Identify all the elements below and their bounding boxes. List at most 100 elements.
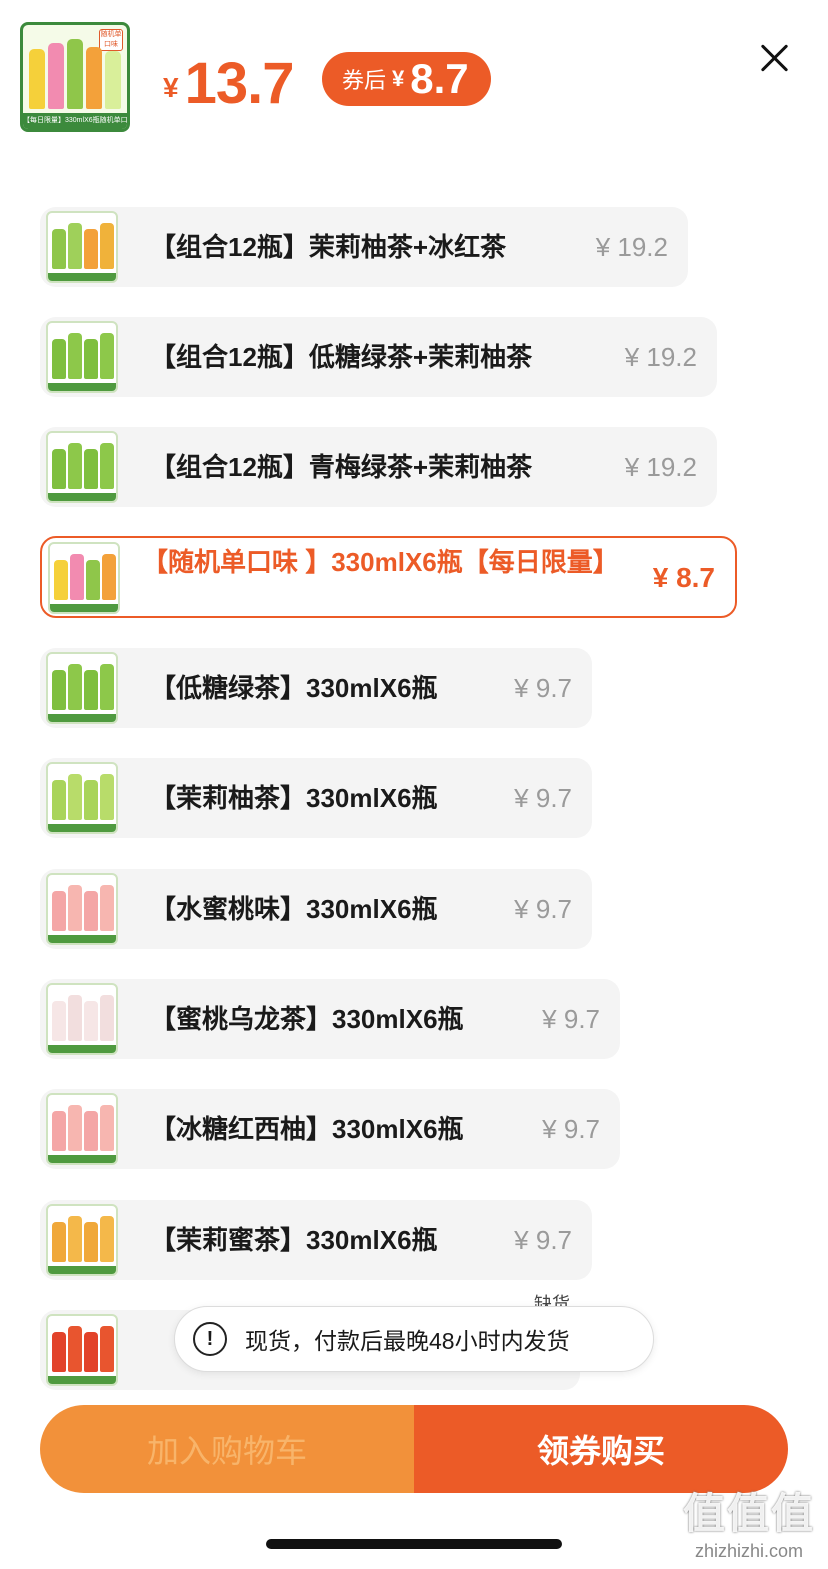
bottle-shape <box>70 554 84 600</box>
bottle-shape <box>68 443 82 489</box>
thumb-band <box>50 604 118 612</box>
bottle-shape <box>84 339 98 379</box>
sku-option[interactable]: 【水蜜桃味】330mlX6瓶 ¥ 9.7 <box>40 869 592 949</box>
bottle-shape <box>68 774 82 820</box>
bottle-shape <box>84 1332 98 1372</box>
coupon-label: 券后 <box>342 68 387 93</box>
sku-option[interactable]: 【茉莉柚茶】330mlX6瓶 ¥ 9.7 <box>40 758 592 838</box>
sku-option-price: ¥ 9.7 <box>514 783 572 813</box>
thumb-band <box>48 1266 116 1274</box>
thumb-band <box>48 1376 116 1384</box>
sku-option-thumbnail <box>46 1314 118 1386</box>
sku-option-price: ¥ 19.2 <box>595 232 668 262</box>
sku-option[interactable]: 【随机单口味 】330mlX6瓶【每日限量】 ¥ 8.7 <box>40 536 737 618</box>
bottle-shape <box>68 1216 82 1262</box>
bottle-shape <box>84 891 98 931</box>
toast-text: 现货，付款后最晚48小时内发货 <box>245 1328 570 1354</box>
sku-option-name: 【组合12瓶】青梅绿茶+茉莉柚茶 <box>150 452 533 482</box>
sku-option-name: 【水蜜桃味】330mlX6瓶 <box>150 894 438 924</box>
bottle-shape <box>84 670 98 710</box>
bottle-shape <box>52 229 66 269</box>
sku-option-price: ¥ 19.2 <box>624 452 697 482</box>
product-main-thumbnail[interactable]: 随机单口味 【每日限量】330mlX6瓶随机单口味 <box>20 22 130 132</box>
sku-option[interactable]: 【冰糖红西柚】330mlX6瓶 ¥ 9.7 <box>40 1089 620 1169</box>
sku-option-name: 【组合12瓶】低糖绿茶+茉莉柚茶 <box>150 342 533 372</box>
sku-option[interactable]: 【低糖绿茶】330mlX6瓶 ¥ 9.7 <box>40 648 592 728</box>
current-price: ¥13.7 <box>163 50 295 117</box>
sku-option-thumbnail <box>46 983 118 1055</box>
sku-option-thumbnail <box>46 431 118 503</box>
thumb-band <box>48 714 116 722</box>
sku-option-price: ¥ 19.2 <box>624 342 697 372</box>
sku-option-price: ¥ 8.7 <box>652 562 715 593</box>
sku-option-name: 【茉莉蜜茶】330mlX6瓶 <box>150 1225 438 1255</box>
watermark: 值值值 zhizhizhi.com <box>676 1480 822 1562</box>
sku-option-name: 【茉莉柚茶】330mlX6瓶 <box>150 783 438 813</box>
bottle-shape <box>52 449 66 489</box>
sku-option-thumbnail <box>46 321 118 393</box>
bottle-shape <box>54 560 68 600</box>
sku-option[interactable]: 【组合12瓶】青梅绿茶+茉莉柚茶 ¥ 19.2 <box>40 427 717 507</box>
bottle-shape <box>52 780 66 820</box>
bottle-shape <box>68 223 82 269</box>
watermark-brand: 值值值 <box>682 1490 815 1537</box>
bottle-shape <box>52 891 66 931</box>
price-value: 13.7 <box>184 51 295 116</box>
bottle-shape <box>52 670 66 710</box>
coupon-price-value: 8.7 <box>410 55 469 102</box>
bottle-shape <box>68 885 82 931</box>
sku-option[interactable]: 【茉莉蜜茶】330mlX6瓶 ¥ 9.7 <box>40 1200 592 1280</box>
bottle-shape <box>68 1105 82 1151</box>
sku-option-name: 【组合12瓶】茉莉柚茶+冰红茶 <box>150 232 507 262</box>
sku-option-name: 【冰糖红西柚】330mlX6瓶 <box>150 1114 464 1144</box>
sku-option[interactable]: 【组合12瓶】茉莉柚茶+冰红茶 ¥ 19.2 <box>40 207 688 287</box>
sku-option-thumbnail <box>46 762 118 834</box>
bottle-shape <box>52 1332 66 1372</box>
bottle-shape <box>68 1326 82 1372</box>
watermark-url: zhizhizhi.com <box>694 1541 804 1561</box>
bottle-shape <box>52 339 66 379</box>
bottle-shape <box>100 223 114 269</box>
thumb-band <box>48 1155 116 1163</box>
sku-option-thumbnail <box>46 211 118 283</box>
coupon-currency: ¥ <box>392 66 405 91</box>
price-currency: ¥ <box>163 72 179 103</box>
bottle-shape <box>100 774 114 820</box>
thumb-band <box>48 824 116 832</box>
bottle-shape <box>52 1111 66 1151</box>
sku-option-thumbnail <box>46 873 118 945</box>
bottle-shape <box>100 443 114 489</box>
sku-option-price: ¥ 9.7 <box>514 894 572 924</box>
sku-option-name: 【蜜桃乌龙茶】330mlX6瓶 <box>150 1004 464 1034</box>
home-indicator[interactable] <box>266 1539 562 1549</box>
bottle-shape <box>86 560 100 600</box>
bottle-shape <box>100 995 114 1041</box>
bottle-shape <box>68 333 82 379</box>
bottle-shape <box>68 995 82 1041</box>
sku-option[interactable]: 【组合12瓶】低糖绿茶+茉莉柚茶 ¥ 19.2 <box>40 317 717 397</box>
sku-option-price: ¥ 9.7 <box>542 1114 600 1144</box>
info-icon: ! <box>193 1322 227 1356</box>
sku-option-price: ¥ 9.7 <box>514 673 572 703</box>
thumb-bottles <box>29 39 121 109</box>
thumb-caption: 【每日限量】330mlX6瓶随机单口味 <box>23 113 127 129</box>
bottle-shape <box>102 554 116 600</box>
shipping-toast: ! 现货，付款后最晚48小时内发货 <box>174 1306 654 1372</box>
bottle-shape <box>52 1222 66 1262</box>
sku-option-thumbnail <box>46 652 118 724</box>
bottle-shape <box>100 1326 114 1372</box>
sku-option-price: ¥ 9.7 <box>514 1225 572 1255</box>
coupon-price-badge: 券后 ¥ 8.7 <box>322 52 491 106</box>
sku-option-thumbnail <box>46 1093 118 1165</box>
bottle-shape <box>84 449 98 489</box>
bottle-shape <box>84 780 98 820</box>
bottle-shape <box>100 333 114 379</box>
bottle-shape <box>84 1222 98 1262</box>
bottle-shape <box>68 664 82 710</box>
thumb-band <box>48 493 116 501</box>
thumb-band <box>48 935 116 943</box>
sku-option[interactable]: 【蜜桃乌龙茶】330mlX6瓶 ¥ 9.7 <box>40 979 620 1059</box>
bottle-shape <box>84 1001 98 1041</box>
close-icon[interactable] <box>754 38 794 78</box>
add-to-cart-button[interactable]: 加入购物车 <box>40 1405 414 1493</box>
